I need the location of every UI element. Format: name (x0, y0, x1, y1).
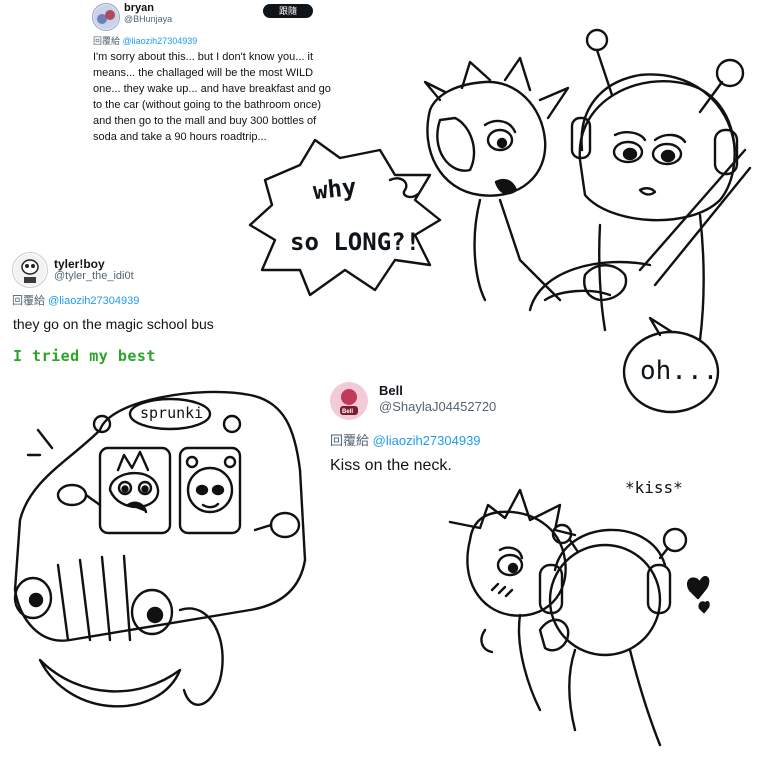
speech-why-text: why (311, 172, 358, 206)
speech-bubble-why (248, 138, 442, 297)
speech-long-text: so LONG?! (290, 228, 421, 256)
speech-oh-text: oh... (640, 356, 719, 386)
car-scene-drawing (423, 28, 752, 342)
kiss-sfx-text: *kiss* (625, 478, 683, 497)
school-bus-drawing (13, 390, 307, 708)
bus-sign-text: sprunki (140, 404, 204, 422)
kiss-drawing (448, 488, 710, 747)
